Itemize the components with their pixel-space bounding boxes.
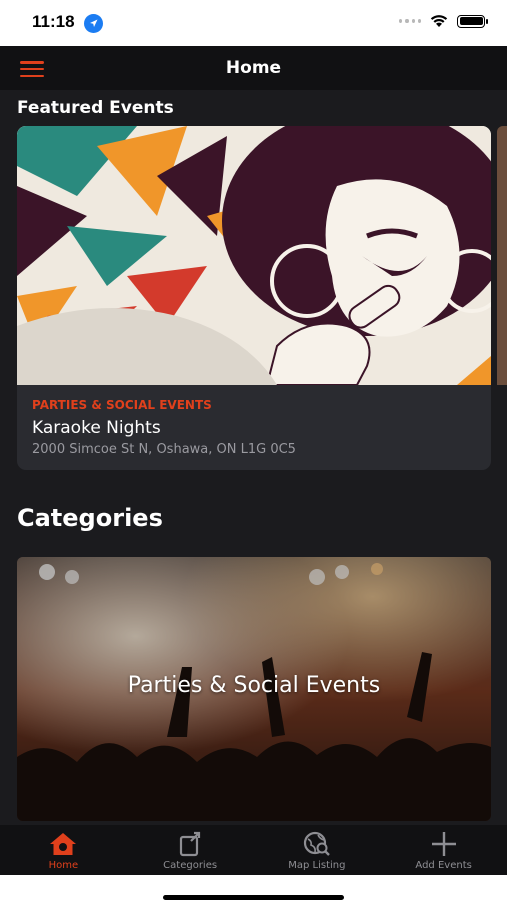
- home-indicator-area: [0, 875, 507, 900]
- featured-events-heading: Featured Events: [17, 98, 174, 118]
- next-event-card-peek[interactable]: [497, 126, 507, 385]
- status-indicators: [399, 14, 488, 28]
- featured-event-card[interactable]: PARTIES & SOCIAL EVENTS Karaoke Nights 2…: [17, 126, 491, 470]
- status-time: 11:18: [32, 12, 75, 31]
- event-title: Karaoke Nights: [32, 418, 161, 438]
- home-icon: [50, 833, 77, 855]
- tab-bar: Home Categories Map Listing Add Events: [0, 825, 507, 875]
- map-search-icon: [303, 831, 330, 856]
- tab-add-events[interactable]: Add Events: [380, 825, 507, 875]
- signal-icon: [399, 17, 421, 25]
- tab-home[interactable]: Home: [0, 825, 127, 875]
- event-category: PARTIES & SOCIAL EVENTS: [32, 398, 212, 412]
- category-label: Parties & Social Events: [127, 673, 381, 698]
- navigation-bar: Home: [0, 46, 507, 90]
- tab-label: Home: [48, 860, 79, 871]
- battery-icon: [457, 14, 488, 28]
- tab-label: Map Listing: [288, 860, 346, 871]
- category-card[interactable]: Parties & Social Events: [17, 557, 491, 821]
- event-address: 2000 Simcoe St N, Oshawa, ON L1G 0C5: [32, 442, 296, 457]
- location-arrow-icon: [84, 14, 103, 33]
- categories-heading: Categories: [17, 504, 163, 532]
- tab-label: Add Events: [415, 860, 472, 871]
- tab-categories[interactable]: Categories: [127, 825, 254, 875]
- tab-label: Categories: [163, 860, 218, 871]
- wifi-icon: [430, 15, 448, 27]
- plus-icon: [431, 832, 456, 856]
- tab-map-listing[interactable]: Map Listing: [254, 825, 381, 875]
- main-content[interactable]: Featured Events PARTIES & SOCIAL EVENTS …: [0, 90, 507, 825]
- categories-icon: [180, 831, 201, 857]
- event-image: [17, 126, 491, 385]
- home-indicator[interactable]: [163, 895, 344, 900]
- status-bar: 11:18: [0, 0, 507, 46]
- page-title: Home: [225, 58, 282, 78]
